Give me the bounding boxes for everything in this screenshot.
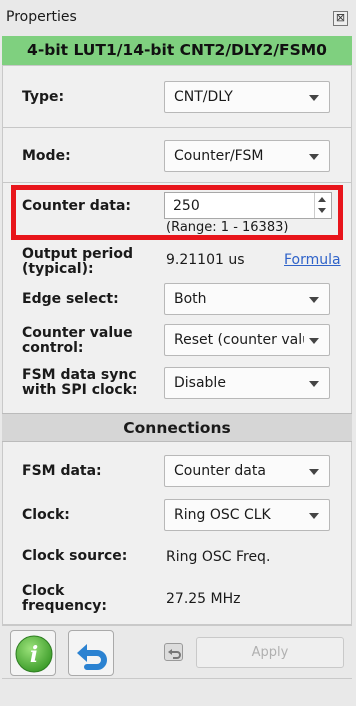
clock-frequency-label-line2: frequency: — [22, 598, 107, 614]
counter-value-control-select[interactable]: Reset (counter value — [164, 324, 330, 356]
type-select-value: CNT/DLY — [174, 89, 233, 105]
clock-frequency-label: Clock frequency: — [22, 584, 107, 614]
counter-value-control-label-line2: control: — [22, 340, 84, 356]
output-period-label: Output period (typical): — [22, 247, 133, 277]
output-period-label-line1: Output period — [22, 246, 133, 262]
fsm-data-sync-label: FSM data sync with SPI clock: — [22, 368, 138, 398]
divider — [3, 182, 351, 183]
revert-icon — [168, 649, 181, 659]
chevron-down-icon — [309, 297, 319, 303]
output-period-value: 9.21101 us — [166, 252, 245, 268]
chevron-down-icon — [309, 154, 319, 160]
chevron-down-icon — [309, 338, 319, 344]
counter-value-control-label-line1: Counter value — [22, 325, 133, 341]
type-label: Type: — [22, 89, 65, 105]
block-title: 4-bit LUT1/14-bit CNT2/DLY2/FSM0 — [2, 36, 352, 65]
undo-button[interactable] — [68, 630, 114, 676]
clock-frequency-label-line1: Clock — [22, 583, 65, 599]
output-period-label-line2: (typical): — [22, 261, 94, 277]
chevron-down-icon — [309, 469, 319, 475]
clock-source-label: Clock source: — [22, 548, 128, 564]
mode-select-value: Counter/FSM — [174, 148, 264, 164]
chevron-down-icon — [309, 513, 319, 519]
fsm-data-value: Counter data — [174, 463, 266, 479]
undo-icon — [77, 644, 107, 670]
apply-button[interactable]: Apply — [196, 637, 344, 668]
info-button[interactable]: i — [10, 630, 56, 676]
window-titlebar: Properties ⊠ — [0, 0, 356, 36]
svg-text:i: i — [30, 642, 38, 668]
divider — [3, 127, 351, 128]
clock-source-value: Ring OSC Freq. — [166, 549, 271, 565]
mode-select[interactable]: Counter/FSM — [164, 140, 330, 172]
fsm-data-sync-select[interactable]: Disable — [164, 367, 330, 399]
edge-select-value: Both — [174, 291, 207, 307]
counter-value-control-value: Reset (counter value — [174, 332, 304, 348]
clock-label: Clock: — [22, 507, 70, 523]
mode-label: Mode: — [22, 148, 71, 164]
fsm-data-sync-label-line2: with SPI clock: — [22, 382, 138, 398]
close-icon[interactable]: ⊠ — [333, 11, 348, 26]
fsm-data-sync-label-line1: FSM data sync — [22, 367, 137, 383]
type-select[interactable]: CNT/DLY — [164, 81, 330, 113]
clock-value: Ring OSC CLK — [174, 507, 271, 523]
window-title: Properties — [6, 9, 77, 25]
fsm-data-select[interactable]: Counter data — [164, 455, 330, 487]
bottom-bar — [0, 680, 356, 706]
connections-header: Connections — [2, 413, 352, 442]
revert-button[interactable] — [164, 643, 183, 661]
edge-select-label: Edge select: — [22, 291, 119, 307]
counter-value-control-label: Counter value control: — [22, 326, 133, 356]
clock-frequency-value: 27.25 MHz — [166, 591, 241, 607]
fsm-data-label: FSM data: — [22, 463, 102, 479]
edge-select[interactable]: Both — [164, 283, 330, 315]
highlight-box — [11, 185, 343, 240]
chevron-down-icon — [309, 381, 319, 387]
clock-select[interactable]: Ring OSC CLK — [164, 499, 330, 531]
chevron-down-icon — [309, 95, 319, 101]
formula-link[interactable]: Formula — [284, 252, 341, 268]
info-icon: i — [15, 635, 53, 673]
fsm-data-sync-value: Disable — [174, 375, 226, 391]
